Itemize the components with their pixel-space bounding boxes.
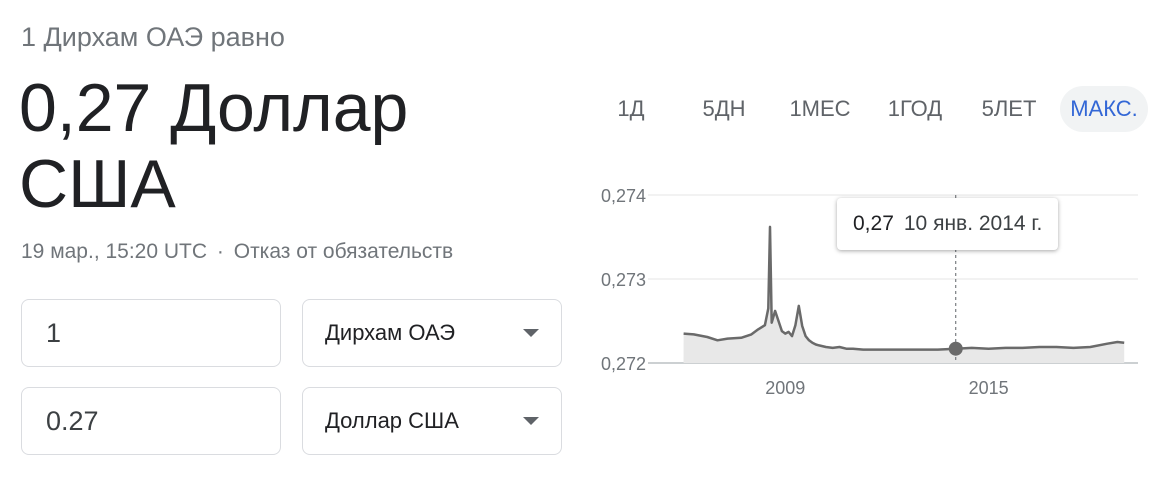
to-currency-select[interactable]: Доллар США (302, 387, 562, 455)
from-amount-box (21, 299, 281, 367)
from-amount-input[interactable] (22, 300, 280, 366)
tab-max[interactable]: МАКС. (1060, 86, 1148, 132)
chart-tooltip: 0,27 10 янв. 2014 г. (837, 198, 1059, 250)
tab-1y[interactable]: 1ГОД (886, 86, 944, 132)
from-currency-select[interactable]: Дирхам ОАЭ (302, 299, 562, 367)
tooltip-date: 10 янв. 2014 г. (903, 212, 1043, 235)
y-tick-label: 0,274 (601, 186, 646, 206)
range-tabs: 1Д 5ДН 1МЕС 1ГОД 5ЛЕТ МАКС. (596, 86, 1152, 132)
tab-5y[interactable]: 5ЛЕТ (981, 86, 1037, 132)
y-tick-label: 0,272 (601, 354, 646, 374)
hover-point (948, 341, 963, 356)
to-currency-label: Доллар США (325, 408, 459, 433)
to-amount-input[interactable] (22, 388, 280, 454)
to-amount-box (21, 387, 281, 455)
timestamp: 19 мар., 15:20 UTC (21, 240, 208, 263)
from-currency-label: Дирхам ОАЭ (325, 320, 456, 345)
conversion-subtitle: 1 Дирхам ОАЭ равно (21, 22, 285, 52)
dropdown-arrow-icon (523, 417, 539, 425)
tooltip-value: 0,27 (853, 212, 894, 235)
y-tick-label: 0,273 (601, 270, 646, 290)
tab-5d[interactable]: 5ДН (700, 86, 748, 132)
x-tick-label: 2015 (969, 378, 1009, 398)
tab-1d[interactable]: 1Д (614, 86, 648, 132)
conversion-result: 0,27 Доллар США (19, 70, 409, 222)
meta-line: 19 мар., 15:20 UTC · Отказ от обязательс… (21, 240, 453, 264)
meta-separator: · (216, 240, 224, 263)
tab-1m[interactable]: 1МЕС (788, 86, 852, 132)
dropdown-arrow-icon (523, 329, 539, 337)
disclaimer-link[interactable]: Отказ от обязательств (234, 240, 453, 263)
x-tick-label: 2009 (765, 378, 805, 398)
